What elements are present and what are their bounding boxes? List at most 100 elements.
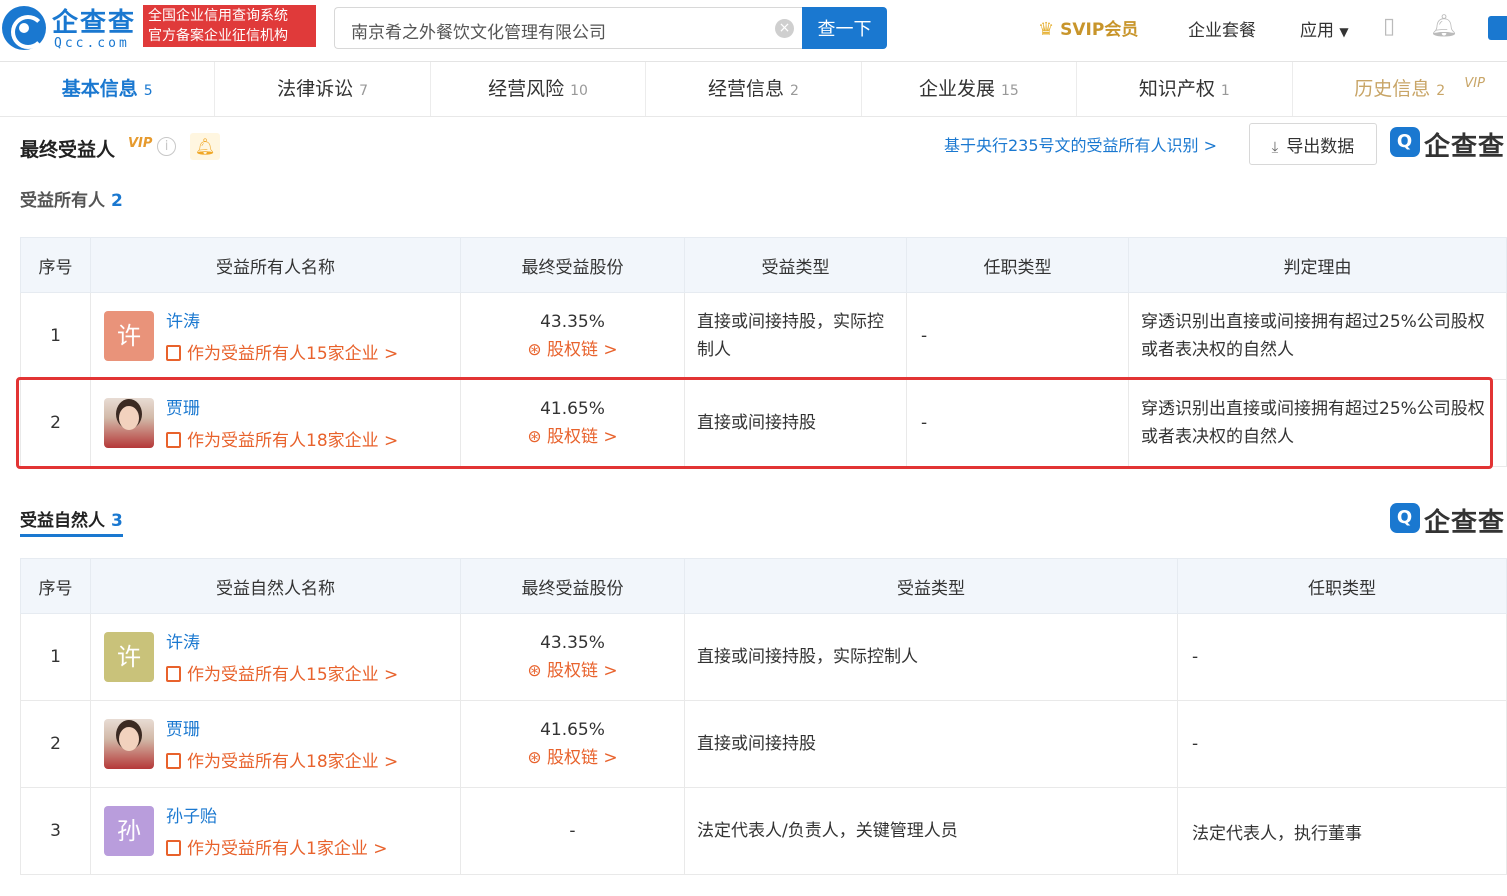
beneficiary-companies-link[interactable]: 作为受益所有人15家企业 > — [166, 339, 398, 364]
beneficiary-companies-label: 作为受益所有人1家企业 > — [187, 839, 388, 859]
tab-development[interactable]: 企业发展 15 — [862, 62, 1078, 116]
naturals-title[interactable]: 受益自然人 3 — [20, 506, 123, 531]
person-cell: 许 许涛 作为受益所有人15家企业 > — [90, 292, 461, 380]
logo-text[interactable]: 企查查 — [52, 2, 136, 39]
beneficiary-companies-link[interactable]: 作为受益所有人15家企业 > — [166, 660, 398, 685]
owners-count: 2 — [111, 191, 123, 211]
naturals-table: 序号 受益自然人名称 最终受益股份 受益类型 任职类型 1 许 许涛 作为受益所… — [20, 558, 1507, 875]
equity-chain-label: 股权链 > — [547, 427, 618, 447]
tab-legal[interactable]: 法律诉讼 7 — [215, 62, 431, 116]
person-name-link[interactable]: 孙子贻 — [166, 802, 217, 827]
beneficiary-companies-label: 作为受益所有人15家企业 > — [187, 344, 399, 364]
svip-link[interactable]: ♛ SVIP会员 — [1038, 15, 1138, 40]
slogan-badge: 全国企业信用查询系统 官方备案企业征信机构 — [143, 5, 316, 47]
tab-label: 企业发展 — [918, 78, 995, 100]
col-header: 最终受益股份 — [460, 558, 685, 614]
equity-chain-label: 股权链 > — [547, 340, 618, 360]
col-header: 最终受益股份 — [460, 237, 685, 293]
table-row: 1 许 许涛 作为受益所有人15家企业 > 43.35% ⊛ 股权链 > 直接或… — [20, 613, 1507, 701]
top-header: 企查查 Qcc.com 全国企业信用查询系统 官方备案企业征信机构 南京肴之外餐… — [0, 0, 1507, 62]
sidebar-toggle-button[interactable] — [1488, 16, 1507, 40]
watermark-text: 企查查 — [1424, 508, 1506, 538]
pboc-235-link[interactable]: 基于央行235号文的受益所有人识别 > — [944, 132, 1217, 156]
package-link[interactable]: 企业套餐 — [1188, 16, 1256, 41]
person-name-link[interactable]: 许涛 — [166, 628, 200, 653]
share-percent: 43.35% — [540, 633, 605, 653]
bell-notification-icon[interactable]: 🔔︎ — [1430, 14, 1458, 39]
vip-tag: VIP — [1464, 76, 1485, 91]
equity-chain-link[interactable]: ⊛ 股权链 > — [461, 744, 684, 772]
row-index: 1 — [20, 292, 91, 380]
col-header: 判定理由 — [1128, 237, 1507, 293]
section-tabs: 基本信息 5 法律诉讼 7 经营风险 10 经营信息 2 企业发展 15 知识产权 1 历史… — [0, 62, 1507, 117]
bell-icon[interactable]: 🔔︎ — [190, 133, 220, 160]
avatar[interactable]: 许 — [104, 632, 154, 682]
person-name-link[interactable]: 贾珊 — [166, 394, 200, 419]
tab-count: 2 — [1436, 83, 1446, 99]
tab-basic-info[interactable]: 基本信息 5 — [0, 62, 216, 116]
export-label: 导出数据 — [1286, 136, 1355, 156]
col-header: 任职类型 — [906, 237, 1129, 293]
search-button[interactable]: 查一下 — [802, 7, 887, 49]
avatar[interactable]: 许 — [104, 311, 154, 361]
table-row: 2 贾珊 作为受益所有人18家企业 > 41.65% ⊛ 股权链 > 直接或间接… — [20, 379, 1507, 467]
info-icon[interactable]: i — [157, 137, 176, 156]
chain-icon: ⊛ — [527, 427, 547, 447]
owners-title: 受益所有人 2 — [20, 186, 123, 211]
tab-history[interactable]: 历史信息 2 VIP — [1293, 62, 1507, 116]
tab-risk[interactable]: 经营风险 10 — [431, 62, 647, 116]
tab-count: 2 — [790, 83, 799, 99]
search-value[interactable]: 南京肴之外餐饮文化管理有限公司 — [351, 18, 606, 43]
person-cell: 孙 孙子贻 作为受益所有人1家企业 > — [90, 787, 461, 875]
naturals-title-text: 受益自然人 — [20, 511, 105, 531]
owners-table: 序号 受益所有人名称 最终受益股份 受益类型 任职类型 判定理由 1 许 许涛 … — [20, 237, 1507, 467]
building-icon — [166, 753, 181, 769]
qcc-logo-icon[interactable] — [2, 6, 46, 50]
beneficiary-companies-link[interactable]: 作为受益所有人1家企业 > — [166, 834, 387, 859]
row-index: 2 — [20, 379, 91, 467]
tab-ip[interactable]: 知识产权 1 — [1077, 62, 1293, 116]
owners-title-text: 受益所有人 — [20, 191, 105, 211]
position-type: - — [1177, 613, 1507, 701]
col-header: 序号 — [20, 558, 91, 614]
share-percent: 41.65% — [540, 720, 605, 740]
col-header: 受益类型 — [684, 237, 907, 293]
avatar-photo[interactable] — [104, 719, 154, 769]
person-name-link[interactable]: 许涛 — [166, 307, 200, 332]
tab-label: 基本信息 — [61, 78, 138, 100]
equity-chain-label: 股权链 > — [547, 661, 618, 681]
qcc-watermark: Q 企查查 — [1390, 502, 1505, 539]
benefit-type: 法定代表人/负责人，关键管理人员 — [684, 787, 1178, 875]
beneficiary-companies-link[interactable]: 作为受益所有人18家企业 > — [166, 747, 398, 772]
benefit-type: 直接或间接持股，实际控制人 — [684, 292, 907, 380]
share-cell: 41.65% ⊛ 股权链 > — [460, 379, 685, 467]
vip-badge: VIP — [128, 136, 153, 151]
judgment-reason: 穿透识别出直接或间接拥有超过25%公司股权或者表决权的自然人 — [1128, 379, 1507, 467]
clear-icon[interactable]: × — [775, 19, 794, 38]
tab-operation[interactable]: 经营信息 2 — [646, 62, 862, 116]
equity-chain-link[interactable]: ⊛ 股权链 > — [461, 336, 684, 364]
search-input[interactable]: 南京肴之外餐饮文化管理有限公司 × — [334, 7, 804, 49]
tab-label: 经营风险 — [488, 78, 565, 100]
benefit-type: 直接或间接持股，实际控制人 — [684, 613, 1178, 701]
table-header-row: 序号 受益自然人名称 最终受益股份 受益类型 任职类型 — [20, 558, 1507, 614]
col-header: 序号 — [20, 237, 91, 293]
mobile-icon[interactable]: ▯ — [1383, 14, 1395, 39]
avatar-photo[interactable] — [104, 398, 154, 448]
slogan-line-2: 官方备案企业征信机构 — [148, 28, 288, 44]
equity-chain-link[interactable]: ⊛ 股权链 > — [461, 657, 684, 685]
position-type: 法定代表人，执行董事 — [1177, 787, 1507, 875]
position-type: - — [906, 379, 1129, 467]
beneficiary-companies-link[interactable]: 作为受益所有人18家企业 > — [166, 426, 398, 451]
person-cell: 贾珊 作为受益所有人18家企业 > — [90, 379, 461, 467]
person-name-link[interactable]: 贾珊 — [166, 715, 200, 740]
person-cell: 贾珊 作为受益所有人18家企业 > — [90, 700, 461, 788]
share-cell: - — [460, 787, 685, 875]
tab-label: 知识产权 — [1138, 78, 1215, 100]
section-title: 最终受益人 — [20, 139, 116, 161]
apps-menu[interactable]: 应用 ▼ — [1300, 16, 1349, 41]
judgment-reason: 穿透识别出直接或间接拥有超过25%公司股权或者表决权的自然人 — [1128, 292, 1507, 380]
equity-chain-link[interactable]: ⊛ 股权链 > — [461, 423, 684, 451]
export-data-button[interactable]: ⤓ 导出数据 — [1249, 123, 1377, 165]
avatar[interactable]: 孙 — [104, 806, 154, 856]
